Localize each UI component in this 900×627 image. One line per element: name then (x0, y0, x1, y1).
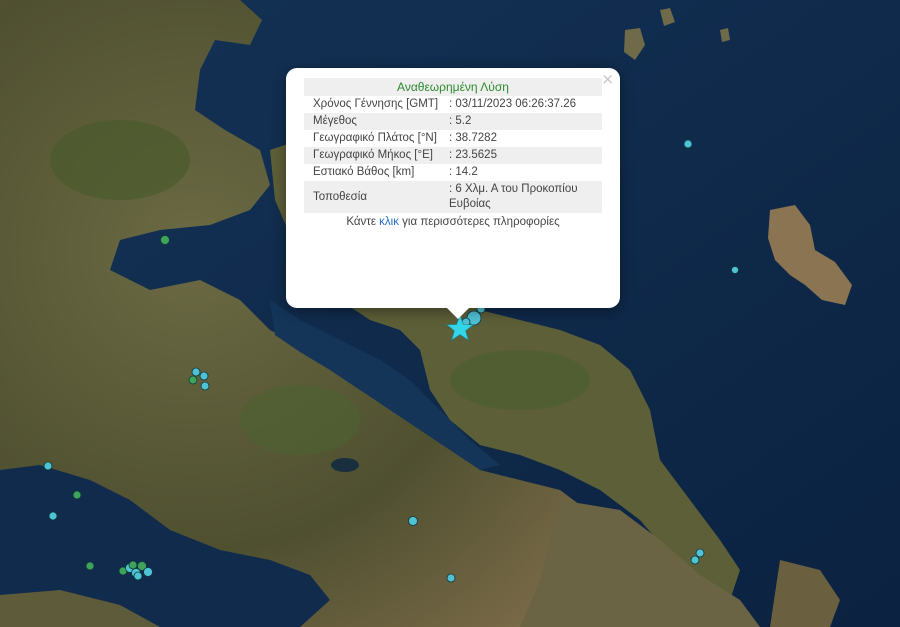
table-row: Τοποθεσία : 6 Χλμ. Α του Προκοπίου Ευβοί… (304, 181, 602, 213)
popup-title: Αναθεωρημένη Λύση (304, 78, 602, 96)
quake-marker[interactable] (43, 461, 53, 471)
more-info-suffix: για περισσότερες πληροφορίες (398, 216, 560, 228)
quake-marker[interactable] (85, 561, 95, 571)
quake-marker[interactable] (160, 235, 170, 245)
table-row: Εστιακό Βάθος [km] : 14.2 (304, 164, 602, 181)
green-patch (50, 120, 190, 200)
quake-marker[interactable] (408, 516, 418, 526)
magnitude-value: : 5.2 (447, 113, 602, 130)
more-info-line: Κάντε κλικ για περισσότερες πληροφορίες (304, 216, 602, 228)
table-row: Χρόνος Γέννησης [GMT] : 03/11/2023 06:26… (304, 96, 602, 113)
depth-label: Εστιακό Βάθος [km] (313, 166, 415, 178)
latitude-label: Γεωγραφικό Πλάτος [°N] (313, 132, 437, 144)
table-row: Μέγεθος : 5.2 (304, 113, 602, 130)
quake-marker[interactable] (446, 573, 456, 583)
longitude-value: : 23.5625 (447, 147, 602, 164)
quake-marker[interactable] (200, 381, 210, 391)
quake-marker[interactable] (731, 266, 739, 274)
location-label: Τοποθεσία (304, 181, 447, 213)
longitude-label: Γεωγραφικό Μήκος [°E] (304, 147, 447, 164)
green-patch (240, 385, 360, 455)
green-patch (450, 350, 590, 410)
quake-marker[interactable] (48, 511, 58, 521)
info-table: Χρόνος Γέννησης [GMT] : 03/11/2023 06:26… (304, 96, 602, 213)
close-icon[interactable]: × (601, 71, 614, 87)
quake-marker[interactable] (199, 371, 209, 381)
location-value: : 6 Χλμ. Α του Προκοπίου Ευβοίας (447, 181, 602, 213)
quake-marker[interactable] (690, 555, 700, 565)
quake-marker[interactable] (143, 567, 153, 577)
origin-time-value: : 03/11/2023 06:26:37.26 (449, 98, 577, 110)
quake-marker[interactable] (72, 490, 82, 500)
table-row: Γεωγραφικό Πλάτος [°N] : 38.7282 (304, 130, 602, 147)
table-row: Γεωγραφικό Μήκος [°E] : 23.5625 (304, 147, 602, 164)
more-info-prefix: Κάντε (346, 216, 380, 228)
quake-marker[interactable] (683, 139, 693, 149)
quake-marker[interactable] (695, 548, 705, 558)
dark-lake (331, 458, 359, 472)
popup-tip (445, 306, 471, 319)
depth-value: : 14.2 (449, 166, 478, 178)
magnitude-label: Μέγεθος (304, 113, 447, 130)
quake-marker[interactable] (188, 375, 198, 385)
latitude-value: : 38.7282 (449, 132, 497, 144)
more-info-link[interactable]: κλικ (379, 216, 399, 228)
quake-marker[interactable] (133, 571, 143, 581)
quake-marker[interactable] (191, 367, 201, 377)
origin-time-label: Χρόνος Γέννησης [GMT] (313, 98, 439, 110)
quake-marker[interactable] (128, 560, 138, 570)
earthquake-info-popup: × Αναθεωρημένη Λύση Χρόνος Γέννησης [GMT… (286, 68, 620, 308)
